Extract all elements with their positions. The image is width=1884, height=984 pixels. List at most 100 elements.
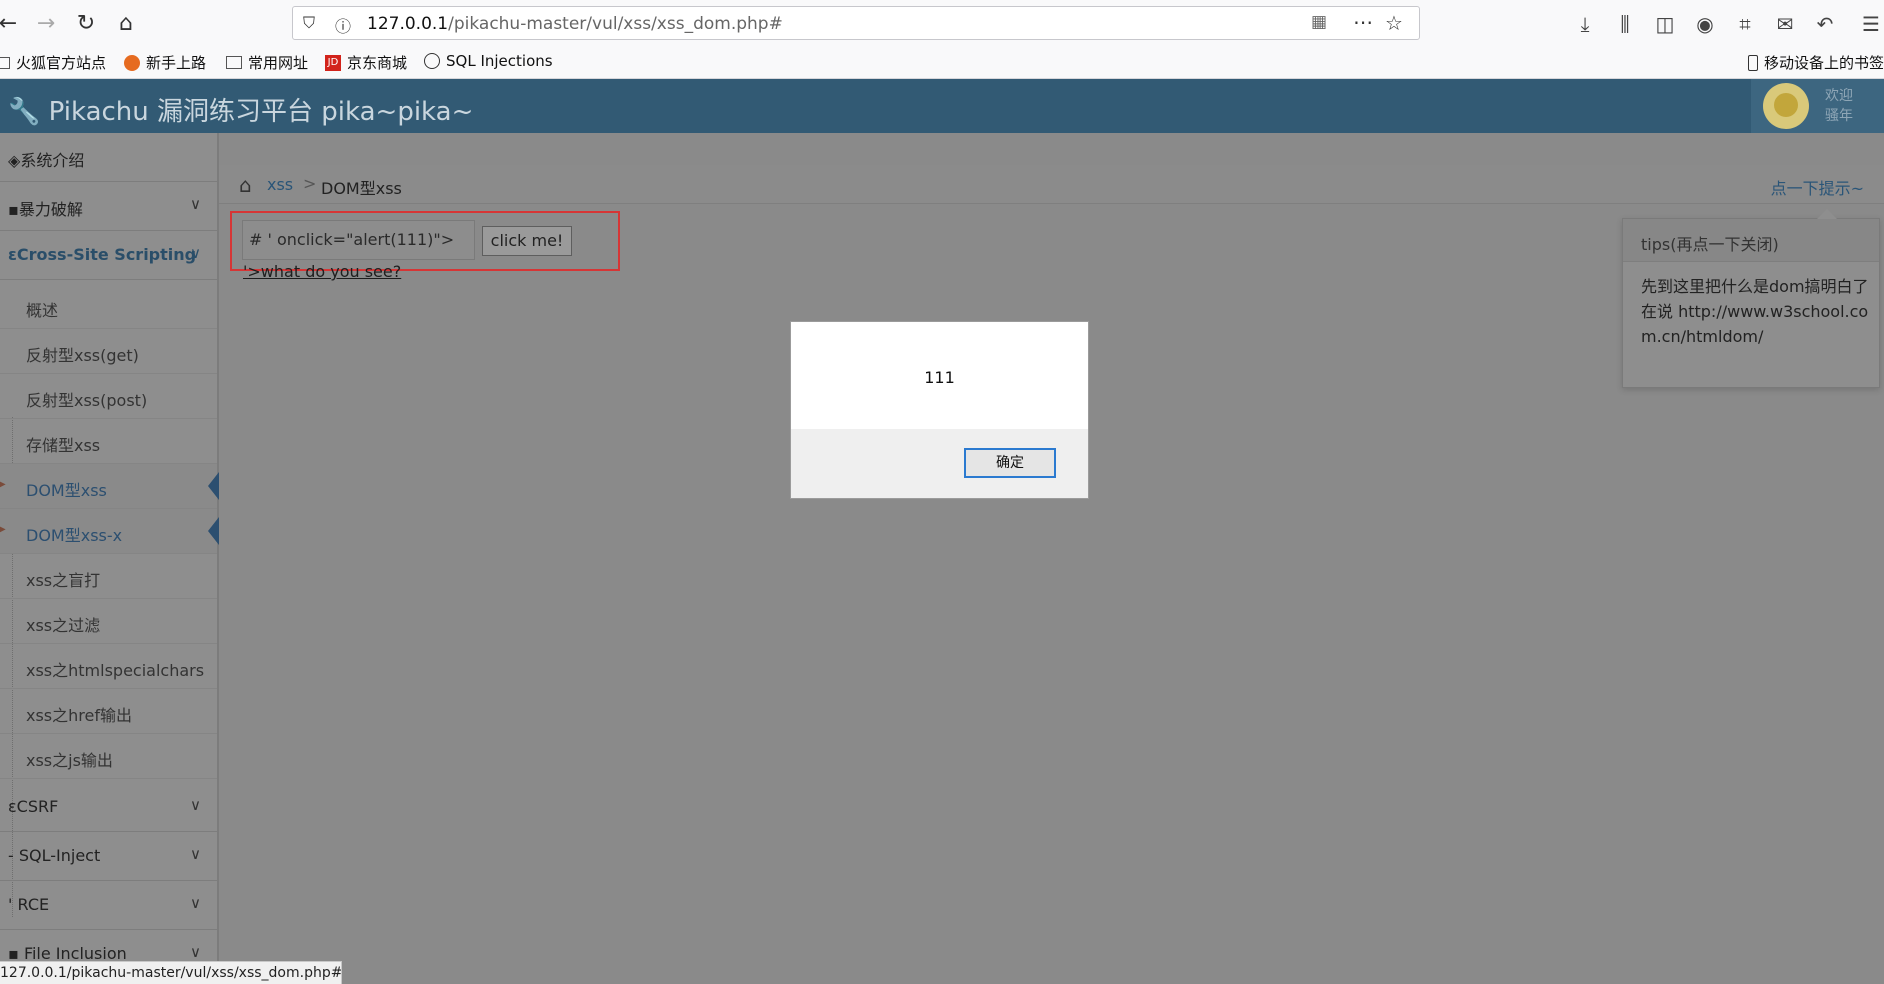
alert-ok-button[interactable]: 确定 — [964, 448, 1056, 478]
sidebar-item-label: CSRF — [16, 797, 59, 816]
chevron-down-icon: ∨ — [190, 943, 201, 961]
hint-link[interactable]: 点一下提示~ — [1771, 175, 1864, 199]
sidebar-sub-blind[interactable]: xss之盲打 — [0, 554, 217, 599]
payload-input[interactable]: # ' onclick="alert(111)"> — [242, 220, 475, 260]
xss-icon: ε — [8, 245, 17, 264]
user-box[interactable]: 欢迎 骚年 — [1751, 79, 1884, 133]
account-icon[interactable]: ◉ — [1692, 12, 1718, 36]
sidebar-toggle-icon[interactable]: ◫ — [1652, 12, 1678, 36]
csrf-icon: ε — [8, 797, 17, 816]
download-icon[interactable]: ⤓ — [1572, 12, 1598, 36]
site-title: Pikachu 漏洞练习平台 pika~pika~ — [48, 97, 474, 127]
undo-icon[interactable]: ↶ — [1812, 12, 1838, 36]
sidebar-sub-label: 反射型xss(get) — [26, 346, 139, 365]
dash-icon: - — [8, 846, 14, 865]
bookmark-firefox-site[interactable]: 火狐官方站点 — [0, 52, 106, 73]
sidebar-sub-label: DOM型xss-x — [26, 526, 123, 545]
home-icon[interactable]: ⌂ — [112, 10, 140, 38]
reload-icon[interactable]: ↻ — [72, 10, 100, 38]
sidebar-sub-label: DOM型xss — [26, 481, 107, 500]
url-bar[interactable]: ⛉ ⓘ 127.0.0.1/pikachu-master/vul/xss/xss… — [292, 6, 1420, 40]
sidebar-sub-reflected-get[interactable]: 反射型xss(get) — [0, 329, 217, 374]
welcome-line-2: 骚年 — [1825, 108, 1853, 124]
sidebar-sub-htmlspecialchars[interactable]: xss之htmlspecialchars — [0, 644, 217, 689]
sidebar-sub-dom[interactable]: DOM型xss — [0, 464, 219, 509]
sidebar-item-brute-force[interactable]: ▪暴力破解 ∨ — [0, 182, 217, 231]
sidebar-item-rce[interactable]: ' RCE ∨ — [0, 881, 217, 930]
sidebar-item-label: 暴力破解 — [18, 200, 83, 219]
sidebar: ◈系统介绍 ▪暴力破解 ∨ εCross-Site Scripting ∨ 概述… — [0, 133, 219, 984]
folder-icon — [0, 56, 10, 69]
sidebar-item-xss[interactable]: εCross-Site Scripting ∨ — [0, 231, 217, 280]
sidebar-sub-href[interactable]: xss之href输出 — [0, 689, 217, 734]
tips-popover[interactable]: tips(再点一下关闭) 先到这里把什么是dom搞明白了在说 http://ww… — [1622, 209, 1880, 388]
chevron-down-icon: ∨ — [190, 796, 201, 814]
sidebar-item-intro[interactable]: ◈系统介绍 — [0, 133, 217, 182]
alert-message: 111 — [924, 368, 955, 387]
avatar[interactable] — [1763, 83, 1809, 129]
click-me-button[interactable]: click me! — [482, 226, 572, 256]
pikachu-icon — [1774, 93, 1798, 117]
folder-icon — [226, 56, 242, 69]
sidebar-sub-dom-x[interactable]: DOM型xss-x — [0, 509, 219, 554]
breadcrumb-xss-link[interactable]: xss — [267, 175, 293, 194]
bookmark-common-sites[interactable]: 常用网址 — [226, 52, 308, 73]
url-path: /pikachu-master/vul/xss/xss_dom.php# — [448, 14, 783, 34]
chevron-down-icon: ∨ — [190, 845, 201, 863]
bookmark-jd[interactable]: JD 京东商城 — [325, 52, 407, 73]
chat-icon[interactable]: ✉ — [1772, 12, 1798, 36]
status-bar-url: 127.0.0.1/pikachu-master/vul/xss/xss_dom… — [0, 961, 342, 984]
alert-dialog: 111 确定 — [790, 321, 1089, 499]
sidebar-sub-label: xss之盲打 — [26, 571, 101, 590]
menu-icon[interactable]: ☰ — [1858, 12, 1884, 36]
breadcrumb-separator: > — [303, 174, 317, 193]
info-icon[interactable]: ⓘ — [335, 13, 351, 37]
welcome-text: 欢迎 骚年 — [1825, 86, 1865, 126]
sidebar-sub-label: xss之js输出 — [26, 751, 113, 770]
shield-icon[interactable]: ⛉ — [303, 13, 315, 33]
what-do-you-see-link[interactable]: '>what do you see? — [243, 262, 401, 281]
more-actions-icon[interactable]: ⋯ — [1353, 10, 1373, 34]
crop-icon[interactable]: ⌗ — [1732, 12, 1758, 36]
sidebar-item-csrf[interactable]: εCSRF ∨ — [0, 783, 217, 832]
tips-body: 先到这里把什么是dom搞明白了在说 http://www.w3school.co… — [1641, 277, 1869, 346]
chevron-down-icon: ∨ — [190, 195, 201, 213]
bookmark-label: 常用网址 — [248, 54, 309, 72]
sidebar-sub-label: 反射型xss(post) — [26, 391, 148, 410]
sidebar-sub-label: 存储型xss — [26, 436, 101, 455]
chevron-down-icon: ∨ — [190, 894, 201, 912]
site-header: 🔧 Pikachu 漏洞练习平台 pika~pika~ 欢迎 骚年 — [0, 79, 1884, 133]
bookmark-label: 新手上路 — [146, 54, 207, 72]
bookmark-getting-started[interactable]: 新手上路 — [124, 52, 206, 73]
sidebar-sub-filter[interactable]: xss之过滤 — [0, 599, 217, 644]
bookmark-label: SQL Injections — [446, 52, 553, 70]
site-logo[interactable]: 🔧 Pikachu 漏洞练习平台 pika~pika~ — [8, 91, 473, 128]
sidebar-sub-stored[interactable]: 存储型xss — [0, 419, 217, 464]
sidebar-sub-label: xss之过滤 — [26, 616, 101, 635]
bookmark-star-icon[interactable]: ☆ — [1385, 11, 1403, 35]
url-host: 127.0.0.1 — [367, 14, 449, 34]
tips-header: tips(再点一下关闭) — [1623, 219, 1879, 262]
jd-logo-icon: JD — [325, 54, 341, 71]
lock-icon: ▪ — [8, 200, 19, 219]
alert-message-area: 111 — [791, 322, 1088, 429]
forward-icon[interactable]: → — [32, 10, 60, 38]
bookmark-sql-injections[interactable]: SQL Injections — [424, 52, 553, 70]
sidebar-sub-js[interactable]: xss之js输出 — [0, 734, 217, 779]
sidebar-item-label: SQL-Inject — [18, 846, 101, 865]
back-icon[interactable]: ← — [0, 10, 22, 38]
sidebar-sub-overview[interactable]: 概述 — [0, 284, 217, 329]
url-text[interactable]: 127.0.0.1/pikachu-master/vul/xss/xss_dom… — [367, 14, 783, 34]
sidebar-sub-label: xss之href输出 — [26, 706, 132, 725]
sidebar-sub-reflected-post[interactable]: 反射型xss(post) — [0, 374, 217, 419]
qr-code-icon[interactable]: ▦ — [1311, 12, 1327, 32]
home-icon[interactable]: ⌂ — [239, 173, 252, 197]
rce-icon: ' — [8, 895, 13, 914]
sidebar-item-label: 系统介绍 — [20, 151, 85, 170]
library-icon[interactable]: ⫼ — [1612, 12, 1638, 36]
sidebar-item-sql-inject[interactable]: - SQL-Inject ∨ — [0, 832, 217, 881]
sidebar-item-label: Cross-Site Scripting — [16, 245, 197, 264]
breadcrumb: ⌂ xss > DOM型xss 点一下提示~ — [219, 165, 1884, 204]
sidebar-sub-label: xss之htmlspecialchars — [26, 661, 205, 680]
mobile-bookmarks[interactable]: 移动设备上的书签 — [1748, 52, 1884, 73]
